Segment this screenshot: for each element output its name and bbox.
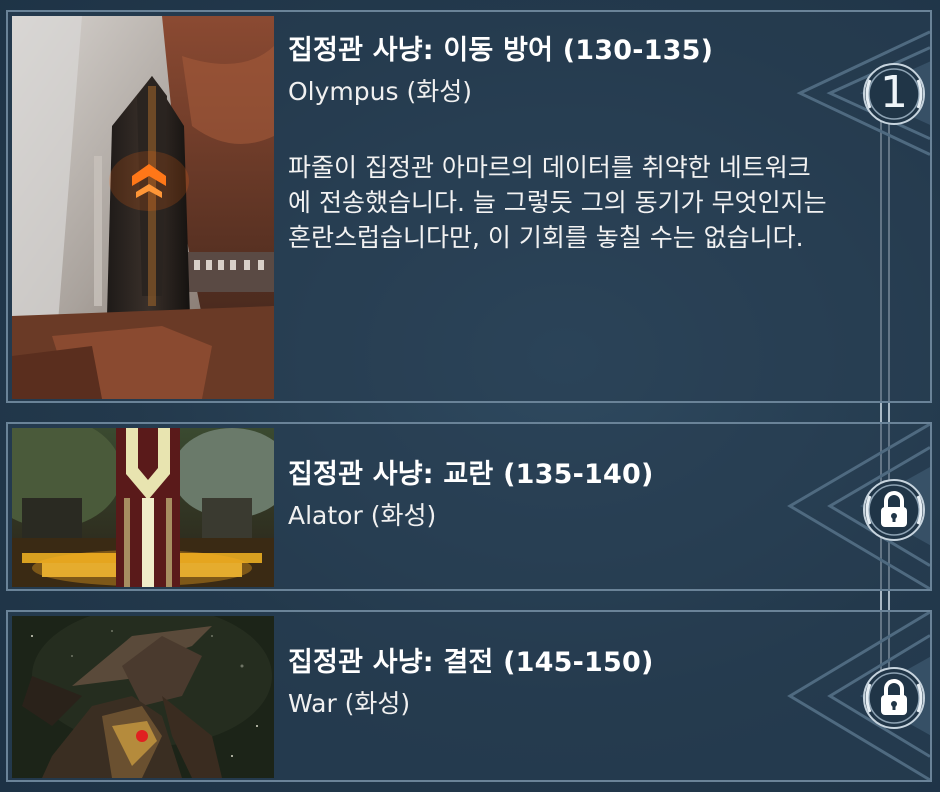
mission-number-badge: 1 [860, 60, 928, 128]
mission-card-2[interactable]: 집정관 사냥: 교란 (135-140) Alator (화성) [6, 422, 932, 591]
mission-card-1[interactable]: 집정관 사냥: 이동 방어 (130-135) Olympus (화성) 파줄이… [6, 10, 932, 403]
mission-card-3[interactable]: 집정관 사냥: 결전 (145-150) War (화성) [6, 610, 932, 782]
mission-title: 집정관 사냥: 이동 방어 (130-135) [288, 35, 714, 66]
mission-thumbnail-war [12, 616, 274, 778]
mission-location: Olympus (화성) [288, 77, 472, 106]
mission-title: 집정관 사냥: 교란 (135-140) [288, 459, 654, 490]
lock-icon [863, 479, 925, 541]
lock-badge [860, 664, 928, 732]
mission-description: 파줄이 집정관 아마르의 데이터를 취약한 네트워크에 전송했습니다. 늘 그렇… [288, 153, 827, 252]
mission-location: Alator (화성) [288, 501, 437, 530]
mission-location: War (화성) [288, 689, 411, 718]
mission-title: 집정관 사냥: 결전 (145-150) [288, 647, 654, 678]
lock-icon [863, 667, 925, 729]
mission-number: 1 [880, 67, 908, 118]
mission-thumbnail-alator [12, 428, 274, 587]
lock-badge [860, 476, 928, 544]
mission-thumbnail-olympus [12, 16, 274, 399]
